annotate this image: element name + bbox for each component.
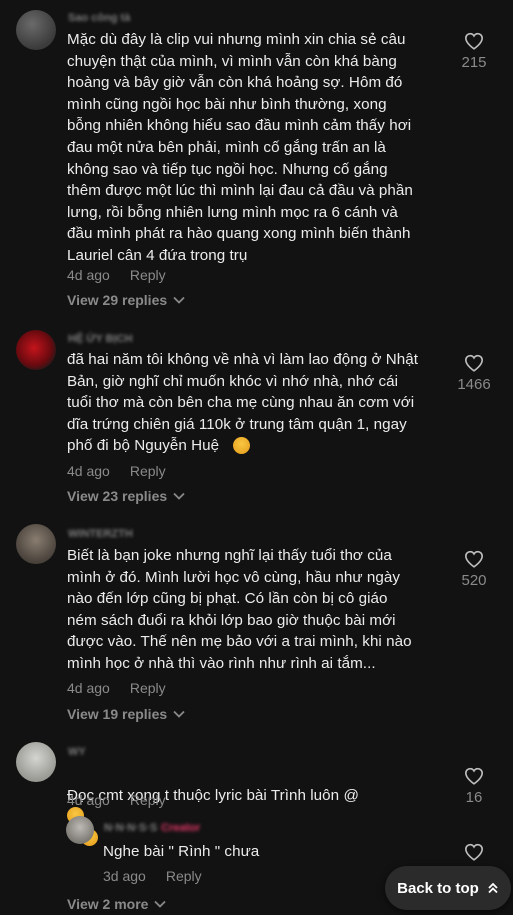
heart-icon	[464, 354, 484, 372]
chevron-down-icon	[173, 710, 185, 718]
comment-time: 4d ago	[67, 463, 110, 479]
back-to-top-button[interactable]: Back to top	[385, 866, 511, 910]
like-button[interactable]: 1466	[444, 354, 504, 393]
like-count: 1466	[457, 376, 491, 393]
reply-username[interactable]: N·N·N·S·S Creator	[104, 822, 200, 834]
reply-text: Nghe bài " Rình " chưa	[103, 843, 260, 860]
view-replies-button[interactable]: View 23 replies	[67, 488, 185, 504]
comment-text: đã hai năm tôi không về nhà vì làm lao đ…	[67, 351, 419, 455]
like-count: 16	[465, 789, 483, 806]
comment-text: Biết là bạn joke nhưng nghĩ lại thấy tuổ…	[67, 547, 412, 672]
tired-face-emoji-icon	[233, 437, 250, 454]
like-button[interactable]: 215	[444, 32, 504, 71]
reply-button[interactable]: Reply	[130, 792, 166, 808]
heart-icon	[464, 550, 484, 568]
back-to-top-label: Back to top	[397, 879, 479, 897]
reply-button[interactable]: Reply	[130, 680, 166, 696]
avatar[interactable]	[16, 742, 56, 782]
comment-time: 4d ago	[67, 792, 110, 808]
like-count: 520	[461, 572, 487, 589]
view-replies-label: View 23 replies	[67, 488, 168, 504]
chevron-down-icon	[173, 492, 185, 500]
view-replies-button[interactable]: View 29 replies	[67, 292, 185, 308]
heart-icon	[464, 767, 484, 785]
view-replies-label: View 29 replies	[67, 292, 168, 308]
heart-icon	[464, 32, 484, 50]
view-more-label: View 2 more	[67, 896, 149, 912]
comment-time: 4d ago	[67, 267, 110, 283]
comment-text: Mặc dù đây là clip vui nhưng mình xin ch…	[67, 31, 413, 264]
comment-time: 4d ago	[67, 680, 110, 696]
comment-meta: 4d ago Reply	[67, 680, 166, 696]
avatar[interactable]	[16, 330, 56, 370]
chevron-down-icon	[173, 296, 185, 304]
view-replies-button[interactable]: View 19 replies	[67, 706, 185, 722]
like-button[interactable]: 520	[444, 550, 504, 589]
heart-icon	[464, 843, 484, 861]
like-button[interactable]	[444, 843, 504, 861]
comment-username[interactable]: WINTERZTH	[68, 528, 133, 540]
reply-button[interactable]: Reply	[130, 463, 166, 479]
reply-time: 3d ago	[103, 868, 146, 884]
comment-username[interactable]: Sao công tà	[68, 12, 130, 24]
comment-username[interactable]: WY	[68, 746, 86, 758]
view-more-button[interactable]: View 2 more	[67, 896, 167, 912]
double-chevron-up-icon	[488, 882, 498, 894]
avatar[interactable]	[16, 10, 56, 50]
avatar[interactable]	[16, 524, 56, 564]
like-count: 215	[461, 54, 487, 71]
like-button[interactable]: 16	[444, 767, 504, 806]
comment-meta: 4d ago Reply	[67, 792, 166, 808]
chevron-down-icon	[154, 900, 167, 908]
creator-badge: Creator	[161, 822, 201, 834]
reply-button[interactable]: Reply	[166, 868, 202, 884]
reply-button[interactable]: Reply	[130, 267, 166, 283]
avatar[interactable]	[66, 816, 94, 844]
comment-username[interactable]: HỆ ỨY BỊCH	[68, 333, 133, 345]
reply-meta: 3d ago Reply	[103, 868, 202, 884]
comment-meta: 4d ago Reply	[67, 267, 166, 283]
comment-meta: 4d ago Reply	[67, 463, 166, 479]
reply-username-text: N·N·N·S·S	[104, 822, 158, 834]
view-replies-label: View 19 replies	[67, 706, 168, 722]
